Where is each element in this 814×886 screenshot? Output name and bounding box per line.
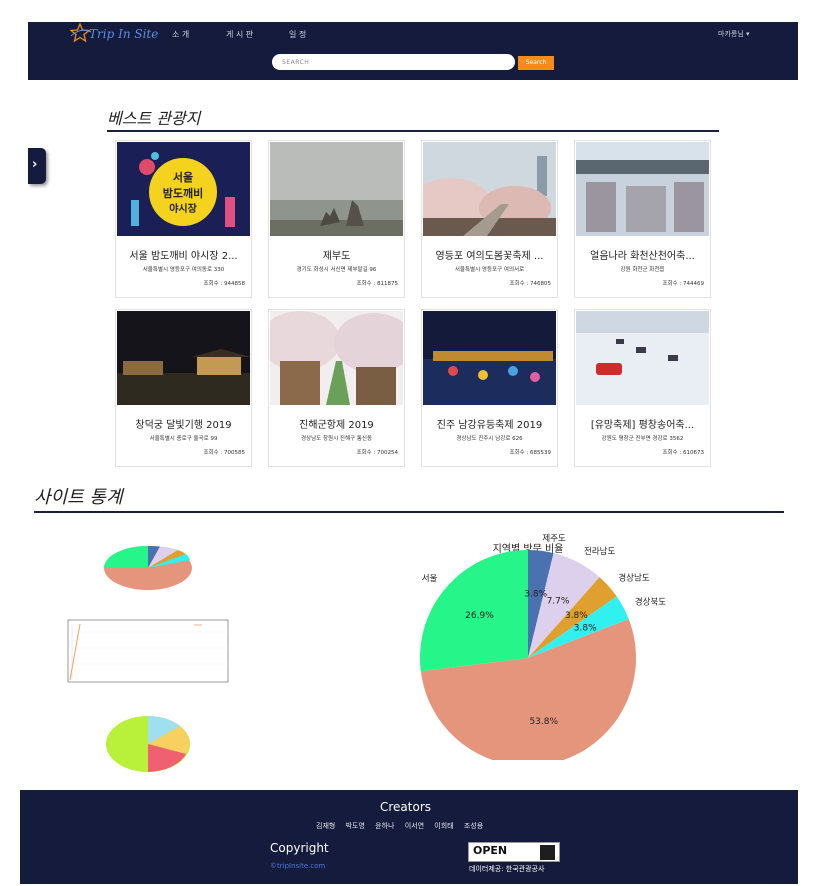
spot-name: 제부도 [322, 251, 351, 262]
slice-category-label: 경상북도 [635, 596, 666, 607]
spot-name: 서울 밤도깨비 야시장 2... [129, 251, 238, 262]
spot-photo: 서울 밤도깨비 야시장 [117, 142, 250, 236]
spot-name: 진주 남강유등축제 2019 [436, 420, 543, 431]
section-divider [34, 511, 784, 513]
slice-percent-label: 53.8% [529, 717, 558, 727]
slice-category-label: 제주도 [542, 534, 566, 544]
slice-percent-label: 7.7% [547, 597, 570, 607]
region-visit-pie-chart: 지역별 방문 비율 3.8%제주도7.7%전라남도3.8%경상남도3.8%경상북… [420, 534, 666, 760]
creator-name: 이희태 [434, 822, 454, 830]
spot-address: 서울특별시 종로구 율곡로 99 [149, 436, 218, 442]
spot-views: 조회수 : 610673 [662, 450, 704, 456]
top-navbar: Trip In Site 소 개 게 시 판 일 정 Search 마카롱님 ▾ [28, 22, 798, 80]
creator-name: 윤하나 [375, 822, 395, 830]
slice-category-label: 경상남도 [618, 573, 649, 584]
nav-schedule[interactable]: 일 정 [289, 29, 306, 40]
second-pie-thumbnail[interactable] [104, 706, 194, 778]
data-credit: 데이터제공: 한국관광공사 [469, 865, 545, 873]
sidebar-toggle-button[interactable]: › [28, 148, 46, 184]
spot-address: 강원도 평창군 진부면 경강로 3562 [601, 436, 684, 442]
spot-card[interactable]: 얼음나라 화천산천어축... 강원 화천군 화천읍 조회수 : 744469 [574, 140, 711, 298]
spot-address: 경기도 화성시 서신면 제부말길 96 [296, 267, 377, 273]
spot-name: 얼음나라 화천산천어축... [590, 251, 695, 262]
spot-photo [270, 311, 403, 405]
open-license-badge: OPEN [468, 842, 560, 862]
spot-card[interactable]: 창덕궁 달빛기행 2019 서울특별시 종로구 율곡로 99 조회수 : 700… [115, 309, 252, 467]
spot-address: 경상남도 창원시 진해구 통신동 [300, 436, 373, 442]
spot-card[interactable]: 진주 남강유등축제 2019 경상남도 진주시 남강로 626 조회수 : 68… [421, 309, 558, 467]
slice-category-label: 전라남도 [584, 546, 615, 557]
best-spots-title: 베스트 관광지 [107, 109, 201, 128]
spot-card[interactable]: 서울 밤도깨비 야시장 서울 밤도깨비 야시장 2... 서울특별시 영등포구 … [115, 140, 252, 298]
spot-photo [270, 142, 403, 236]
creator-name: 김재형 [316, 822, 336, 830]
footer: Creators 김재형 박도영 윤하나 이서연 이희태 조성용 Copyrig… [20, 790, 798, 884]
svg-text:밤도깨비: 밤도깨비 [163, 186, 203, 200]
line-chart-thumbnail[interactable] [54, 612, 234, 694]
section-divider [107, 130, 719, 132]
spot-address: 강원 화천군 화천읍 [620, 267, 665, 273]
spot-photo [423, 142, 556, 236]
license-mark-icon [540, 845, 555, 860]
spot-card[interactable]: 제부도 경기도 화성시 서신면 제부말길 96 조회수 : 811875 [268, 140, 405, 298]
spot-views: 조회수 : 685539 [509, 450, 551, 456]
spot-name: [유망축제] 평창송어축... [590, 420, 695, 431]
slice-percent-label: 3.8% [524, 590, 547, 600]
spot-address: 경상남도 진주시 남강로 626 [456, 436, 523, 442]
spot-views: 조회수 : 700585 [203, 450, 245, 456]
spot-name: 창덕궁 달빛기행 2019 [135, 420, 232, 431]
spot-card[interactable]: 영등포 여의도봄꽃축제 ... 서울특별시 영등포구 여의서로 조회수 : 74… [421, 140, 558, 298]
spot-photo [576, 142, 709, 236]
spot-views: 조회수 : 944858 [203, 281, 245, 287]
nav-board[interactable]: 게 시 판 [226, 29, 253, 40]
copyright-link[interactable]: ©tripInsite.com [270, 862, 325, 870]
logo-text: Trip In Site [89, 27, 159, 41]
search-button[interactable]: Search [518, 56, 554, 70]
spot-photo [117, 311, 250, 405]
region-pie-thumbnail[interactable] [100, 526, 200, 596]
spot-views: 조회수 : 811875 [356, 281, 398, 287]
creators-title: Creators [380, 800, 432, 814]
creator-name: 박도영 [345, 822, 365, 830]
nav-intro[interactable]: 소 개 [172, 29, 189, 40]
slice-category-label: 서울 [422, 574, 438, 584]
site-logo[interactable]: Trip In Site [70, 23, 170, 43]
slice-percent-label: 3.8% [574, 624, 597, 634]
site-stats-title: 사이트 통계 [34, 487, 123, 508]
spot-card[interactable]: 진해군항제 2019 경상남도 창원시 진해구 통신동 조회수 : 700254 [268, 309, 405, 467]
spot-card[interactable]: [유망축제] 평창송어축... 강원도 평창군 진부면 경강로 3562 조회수… [574, 309, 711, 467]
svg-text:서울: 서울 [173, 170, 193, 184]
user-menu-dropdown[interactable]: 마카롱님 ▾ [718, 29, 750, 39]
spot-photo [423, 311, 556, 405]
spot-name: 영등포 여의도봄꽃축제 ... [435, 251, 544, 262]
spot-address: 서울특별시 영등포구 여의동로 330 [142, 267, 225, 273]
search-input[interactable] [272, 54, 515, 70]
open-badge-label: OPEN [473, 844, 508, 857]
spot-address: 서울특별시 영등포구 여의서로 [454, 267, 525, 273]
spot-views: 조회수 : 746805 [509, 281, 551, 287]
slice-percent-label: 3.8% [565, 611, 588, 621]
spot-name: 진해군항제 2019 [299, 420, 374, 431]
spot-views: 조회수 : 700254 [356, 450, 398, 456]
spot-photo [576, 311, 709, 405]
svg-text:야시장: 야시장 [169, 202, 197, 215]
copyright-title: Copyright [270, 841, 329, 855]
creator-name: 이서연 [404, 822, 425, 830]
creator-name: 조성용 [463, 822, 484, 830]
creators-list: 김재형 박도영 윤하나 이서연 이희태 조성용 [316, 821, 491, 831]
slice-percent-label: 26.9% [465, 611, 494, 621]
spot-views: 조회수 : 744469 [662, 281, 704, 287]
chevron-right-icon: › [32, 157, 38, 172]
